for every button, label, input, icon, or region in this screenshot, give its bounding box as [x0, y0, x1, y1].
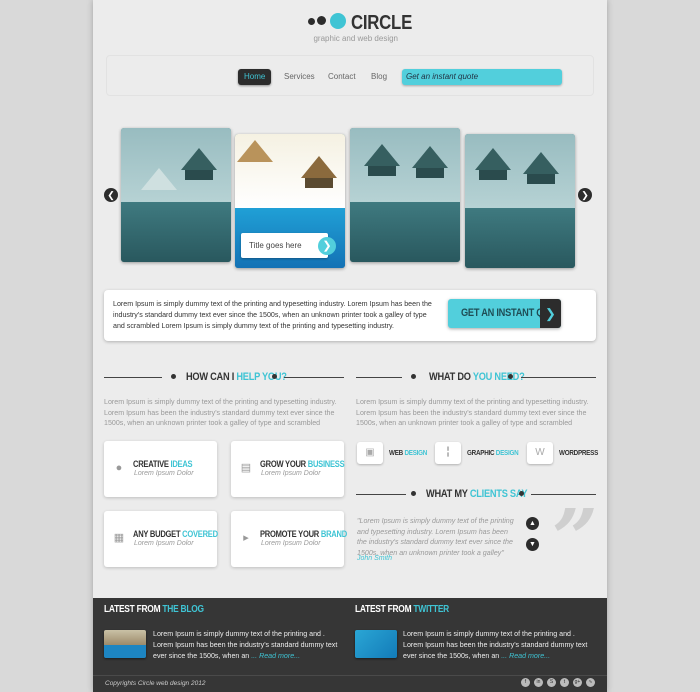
testimonial-down-button[interactable]: ▼ — [526, 538, 539, 551]
twitter-read-more-link[interactable]: ... Read more... — [501, 652, 550, 660]
nav-blog[interactable]: Blog — [371, 69, 387, 85]
rss-icon[interactable]: ∿ — [586, 678, 595, 687]
feature-card-creative-ideas[interactable]: ● CREATIVE IDEAS Lorem Ipsum Dolor — [104, 441, 217, 497]
page-container: CIRCLE graphic and web design Home Servi… — [93, 0, 607, 692]
intro-text: Lorem Ipsum is simply dummy text of the … — [113, 300, 432, 330]
nav-contact[interactable]: Contact — [328, 69, 356, 85]
service-wordpress[interactable]: W WORDPRESS — [527, 442, 599, 464]
chevron-right-icon: ❯ — [540, 299, 561, 328]
help-title-b: HELP YOU? — [236, 371, 287, 383]
testimonial-up-button[interactable]: ▲ — [526, 517, 539, 530]
twitter-excerpt: Lorem Ipsum is simply dummy text of the … — [403, 630, 588, 660]
wordpress-icon: W — [527, 442, 553, 464]
logo[interactable]: CIRCLE graphic and web design — [308, 12, 412, 46]
help-heading: HOW CAN I HELP YOU? — [104, 371, 344, 383]
blog-excerpt: Lorem Ipsum is simply dummy text of the … — [153, 630, 338, 660]
money-icon: ▦ — [113, 532, 125, 544]
testimonial-author: John Smith — [357, 555, 393, 562]
chevron-down-icon: ▼ — [529, 541, 536, 548]
chevron-right-icon: ❯ — [581, 190, 589, 200]
caption-arrow-icon[interactable]: ❯ — [318, 237, 336, 255]
instant-quote-button[interactable]: GET AN INSTANT QUOTE ❯ — [448, 299, 561, 328]
copyright: Copyrights Circle web design 2012 — [105, 680, 206, 687]
lightbulb-icon: ● — [115, 462, 123, 474]
skype-icon[interactable]: S — [547, 678, 556, 687]
intro-box: Lorem Ipsum is simply dummy text of the … — [104, 290, 596, 341]
footer-twitter-title: LATEST FROM TWITTER — [355, 604, 449, 615]
logo-dot-small — [308, 18, 315, 25]
need-title-a: WHAT DO — [429, 371, 473, 383]
briefcase-icon: ▤ — [240, 462, 252, 474]
help-title-a: HOW CAN I — [186, 371, 237, 383]
feature-card-any-budget[interactable]: ▦ ANY BUDGET COVERED Lorem Ipsum Dolor — [104, 511, 218, 567]
chevron-up-icon: ▲ — [529, 520, 536, 527]
slider-prev-button[interactable]: ❮ — [104, 188, 118, 202]
help-text: Lorem Ipsum is simply dummy text of the … — [104, 398, 337, 427]
logo-dot-medium — [317, 16, 326, 25]
chevron-left-icon: ❮ — [107, 190, 115, 200]
browser-icon: ▣ — [357, 442, 383, 464]
facebook-icon[interactable]: f — [521, 678, 530, 687]
blog-thumbnail[interactable] — [104, 630, 146, 658]
pencils-icon: ╏ — [435, 442, 461, 464]
slide-image-1[interactable] — [121, 128, 231, 262]
testimonial-quote: "Lorem Ipsum is simply dummy text of the… — [357, 517, 514, 557]
linkedin-icon[interactable]: in — [534, 678, 543, 687]
slide-image-3[interactable] — [350, 128, 460, 262]
nav-services[interactable]: Services — [284, 69, 315, 85]
feature-card-promote-brand[interactable]: ▸ PROMOTE YOUR BRAND Lorem Ipsum Dolor — [231, 511, 347, 567]
main-nav: Home Services Contact Blog Get an instan… — [106, 55, 594, 96]
twitter-thumbnail[interactable] — [355, 630, 397, 658]
service-graphic-design[interactable]: ╏ GRAPHIC DESIGN — [435, 442, 520, 464]
slide-caption[interactable]: Title goes here ❯ — [241, 233, 336, 258]
logo-tagline: graphic and web design — [313, 34, 398, 43]
service-web-design[interactable]: ▣ WEB DESIGN — [357, 442, 429, 464]
quote-mark-icon: ” — [552, 491, 599, 585]
need-title-b: YOU NEED? — [472, 371, 525, 383]
slide-image-4[interactable] — [465, 134, 575, 268]
need-text: Lorem Ipsum is simply dummy text of the … — [356, 398, 589, 427]
slide-caption-text: Title goes here — [249, 241, 302, 250]
need-heading: WHAT DO YOU NEED? — [356, 371, 596, 383]
feature-card-grow-business[interactable]: ▤ GROW YOUR BUSINESS Lorem Ipsum Dolor — [231, 441, 345, 497]
slide-image-2[interactable]: Title goes here ❯ — [235, 134, 345, 268]
nav-home[interactable]: Home — [238, 69, 272, 85]
blog-read-more-link[interactable]: ... Read more... — [251, 652, 300, 660]
footer: LATEST FROM THE BLOG LATEST FROM TWITTER… — [93, 598, 607, 692]
logo-dot-large — [330, 13, 346, 29]
megaphone-icon: ▸ — [243, 532, 249, 544]
slider-next-button[interactable]: ❯ — [578, 188, 592, 202]
logo-text: CIRCLE — [351, 12, 413, 34]
clients-title-a: WHAT MY — [426, 488, 470, 500]
footer-blog-title: LATEST FROM THE BLOG — [104, 604, 204, 615]
twitter-icon[interactable]: t — [560, 678, 569, 687]
googleplus-icon[interactable]: g+ — [573, 678, 582, 687]
nav-quote-button[interactable]: Get an instant quote — [402, 69, 562, 85]
